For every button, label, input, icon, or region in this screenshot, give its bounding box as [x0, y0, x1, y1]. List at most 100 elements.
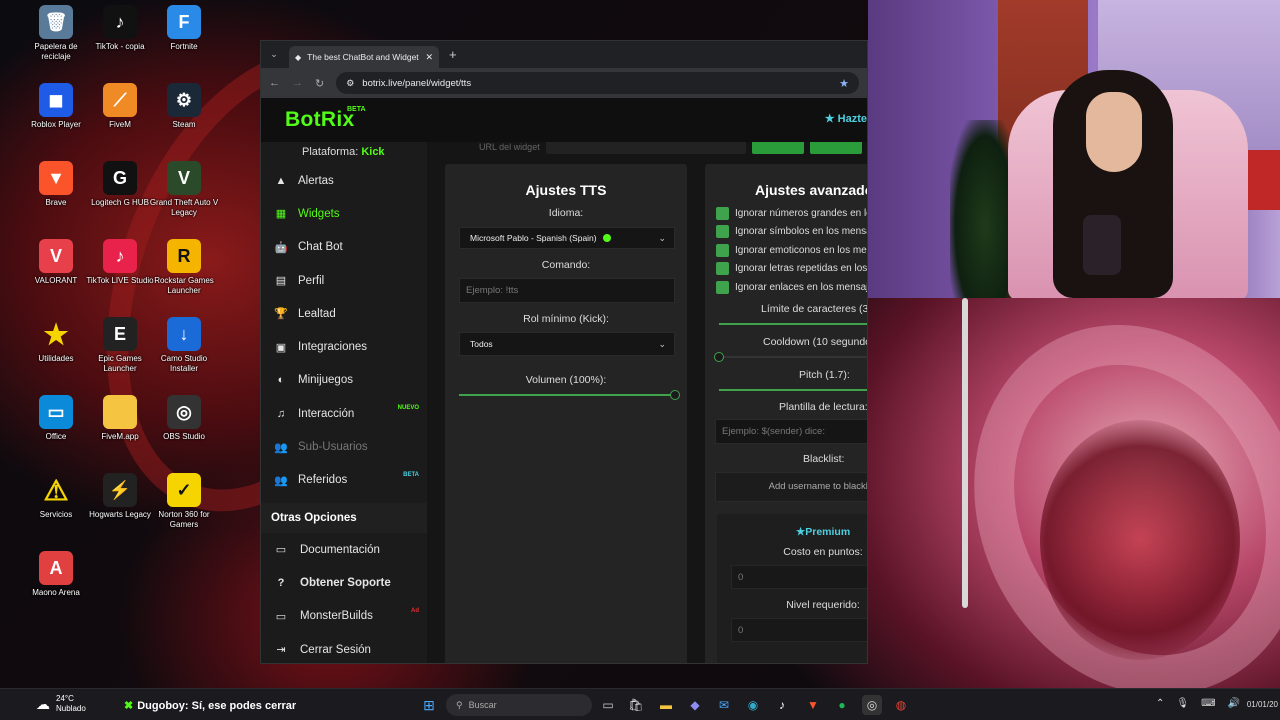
cost-input[interactable]: 0: [731, 565, 867, 589]
desktop-icon[interactable]: FiveM.app: [83, 395, 157, 442]
template-input[interactable]: Ejemplo: $(sender) dice:: [715, 418, 867, 444]
page-scrollbar[interactable]: [962, 298, 968, 608]
desktop-icon[interactable]: ▼ Brave: [19, 161, 93, 208]
microphone-icon[interactable]: 🎙: [1176, 698, 1189, 709]
pitch-slider[interactable]: [719, 385, 867, 395]
desktop-icon[interactable]: E Epic Games Launcher: [83, 317, 157, 374]
site-info-icon[interactable]: ⚙: [346, 78, 354, 89]
mail-icon[interactable]: ✉: [714, 695, 734, 715]
forward-icon[interactable]: →: [292, 77, 303, 89]
norton-icon: ✓: [167, 473, 201, 507]
cooldown-slider[interactable]: [714, 351, 867, 362]
browser-tab[interactable]: ◆ The best ChatBot and Widgets ✕: [289, 46, 439, 68]
level-input[interactable]: 0: [731, 618, 867, 642]
back-icon[interactable]: ←: [269, 77, 280, 89]
obs-icon[interactable]: ◎: [862, 695, 882, 715]
desktop-icon[interactable]: ★ Utilidades: [19, 317, 93, 364]
desktop-icon[interactable]: ♪ TikTok LIVE Studio: [83, 239, 157, 286]
desktop-icon[interactable]: V Grand Theft Auto V Legacy: [147, 161, 221, 218]
desktop-icon[interactable]: ⟋ FiveM: [83, 83, 157, 130]
sidebar-item-chat-bot[interactable]: 🤖 Chat Bot: [261, 231, 427, 264]
ignore-checkbox-row[interactable]: Ignorar enlaces en los mensajes: [716, 278, 867, 297]
sidebar-item-lealtad[interactable]: 🏆 Lealtad: [261, 297, 427, 330]
clock-date[interactable]: 01/01/20: [1247, 700, 1278, 709]
desktop-icon[interactable]: V VALORANT: [19, 239, 93, 286]
desktop-icon[interactable]: ▭ Office: [19, 395, 93, 442]
url-field[interactable]: ⚙ botrix.live/panel/widget/tts ★: [336, 72, 859, 94]
volume-slider[interactable]: [459, 390, 680, 400]
language-select[interactable]: Microsoft Pablo - Spanish (Spain) ⌄: [459, 227, 675, 249]
ignore-checkbox-row[interactable]: Ignorar símbolos en los mensajes: [716, 223, 867, 242]
sidebar-item-cerrar-sesi-n[interactable]: ⇥ Cerrar Sesión: [261, 633, 427, 663]
premium-cta[interactable]: ★ Hazte: [825, 112, 867, 125]
desktop-icon[interactable]: R Rockstar Games Launcher: [147, 239, 221, 296]
bookmark-star-icon[interactable]: ★: [839, 77, 849, 90]
weather-widget[interactable]: ☁ 24°C Nublado: [36, 694, 86, 714]
new-tab-icon[interactable]: +: [449, 47, 457, 62]
task-view-icon[interactable]: ▭: [598, 695, 618, 715]
chrome-icon[interactable]: ◍: [891, 695, 911, 715]
logo[interactable]: BotRix: [285, 108, 354, 132]
desktop-icon[interactable]: ✓ Norton 360 for Gamers: [147, 473, 221, 530]
desktop-icon[interactable]: G Logitech G HUB: [83, 161, 157, 208]
sidebar-item-integraciones[interactable]: ▣ Integraciones: [261, 330, 427, 363]
sidebar: Plataforma: Kick ▲ Alertas ▦ Widgets 🤖 Chat B…: [261, 142, 433, 663]
checkbox[interactable]: [716, 243, 729, 257]
copy-button[interactable]: [751, 142, 804, 154]
network-icon[interactable]: ⌨: [1201, 698, 1215, 709]
sidebar-item-alertas[interactable]: ▲ Alertas: [261, 164, 427, 197]
sidebar-item-minijuegos[interactable]: ◐ Minijuegos: [261, 364, 427, 397]
desktop-icon[interactable]: ↓ Camo Studio Installer: [147, 317, 221, 374]
ignore-checkbox-row[interactable]: Ignorar emoticonos en los mensajes: [716, 241, 867, 260]
desktop-icon[interactable]: A Maono Arena: [19, 551, 93, 598]
char-limit-slider[interactable]: [719, 319, 867, 329]
command-input[interactable]: Ejemplo: !tts: [459, 278, 675, 303]
widget-url-input[interactable]: [545, 142, 746, 154]
tab-search-icon[interactable]: ⌄: [267, 48, 281, 62]
teams-icon[interactable]: ◆: [685, 695, 705, 715]
spotify-icon[interactable]: ●: [832, 695, 852, 715]
checkbox[interactable]: [716, 262, 729, 276]
cooldown-knob[interactable]: [714, 351, 724, 362]
sidebar-item-widgets[interactable]: ▦ Widgets: [261, 197, 427, 230]
sidebar-item-interacci-n[interactable]: ♫ Interacción NUEVO: [261, 397, 427, 430]
chevron-down-icon: ⌄: [658, 232, 666, 243]
chevron-up-icon[interactable]: ⌃: [1156, 698, 1164, 709]
sidebar-item-monsterbuilds[interactable]: ▭ MonsterBuilds Ad: [261, 600, 427, 633]
sidebar-item-perfil[interactable]: ▤ Perfil: [261, 264, 427, 297]
volume-slider-knob[interactable]: [670, 390, 680, 400]
desktop-icon[interactable]: ⚠ Servicios: [19, 473, 93, 520]
sidebar-item-documentaci-n[interactable]: ▭ Documentación: [261, 533, 427, 566]
role-label: Rol mínimo (Kick):: [523, 313, 609, 325]
ignore-checkbox-row[interactable]: Ignorar letras repetidas en los mensajes: [716, 260, 867, 279]
checkbox[interactable]: [716, 225, 729, 239]
tiktok-icon[interactable]: ♪: [772, 695, 792, 715]
brave-icon[interactable]: ▼: [803, 695, 823, 715]
blacklist-button[interactable]: Add username to blacklist: [715, 471, 867, 502]
checkbox[interactable]: [716, 280, 729, 294]
role-select[interactable]: Todos ⌄: [459, 332, 675, 356]
desktop-icon-label: OBS Studio: [163, 432, 205, 441]
desktop-icon[interactable]: ◼ Roblox Player: [19, 83, 93, 130]
taskbar-search[interactable]: ⚲ Buscar: [446, 694, 592, 716]
desktop-icon[interactable]: ⚙ Steam: [147, 83, 221, 130]
sidebar-item-obtener-soporte[interactable]: ? Obtener Soporte: [261, 566, 427, 599]
checkbox[interactable]: [716, 206, 729, 220]
ignore-checkbox-row[interactable]: Ignorar números grandes en los mensajes: [716, 204, 867, 223]
edge-icon[interactable]: ◉: [743, 695, 763, 715]
open-button[interactable]: [809, 142, 862, 154]
reload-icon[interactable]: ↻: [315, 77, 324, 90]
close-tab-icon[interactable]: ✕: [425, 52, 433, 63]
desktop-icon[interactable]: ◎ OBS Studio: [147, 395, 221, 442]
desktop-icon[interactable]: F Fortnite: [147, 5, 221, 52]
windows-start-icon[interactable]: ⊞: [419, 695, 439, 715]
file-explorer-icon[interactable]: ▬: [656, 695, 676, 715]
desktop-icon[interactable]: ⚡ Hogwarts Legacy: [83, 473, 157, 520]
desktop-icon[interactable]: ♪ TikTok - copia: [83, 5, 157, 52]
desktop-icon[interactable]: 🗑 Papelera de reciclaje: [19, 5, 93, 62]
sidebar-item-label: Perfil: [298, 274, 325, 287]
store-icon[interactable]: 🛍: [626, 695, 646, 715]
volume-icon[interactable]: 🔊: [1228, 698, 1240, 709]
sidebar-item-sub-usuarios[interactable]: 👥 Sub-Usuarios: [261, 430, 427, 463]
sidebar-item-referidos[interactable]: 👥 Referidos BETA: [261, 464, 427, 497]
